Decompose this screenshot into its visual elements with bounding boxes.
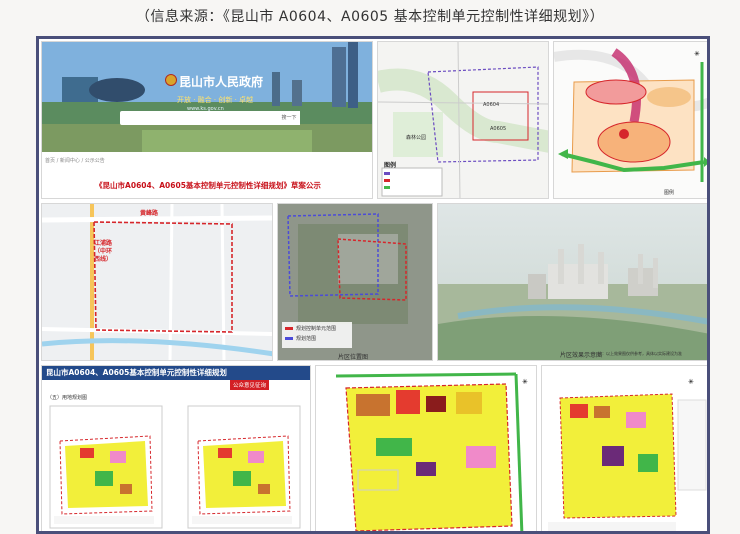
plan-thumbnails [49,405,301,529]
rendering-panel: 片区效果示意图 注：以上效果图仅供参考，具体以实际建设为准 [437,203,707,361]
label-forest-park: 森林公园 [406,135,427,141]
legend-title: 图例 [384,162,397,169]
land-use-right-svg: ✳ [542,366,707,531]
collage-board: 昆山市人民政府 开放 · 融合 · 创新 · 卓越 www.ks.gov.cn … [36,36,710,534]
unit-map-svg [378,42,548,198]
road-label-shangling: 黄峰路 [140,210,159,217]
land-use-plan-right: ✳ [541,365,707,531]
gov-website-panel: 昆山市人民政府 开放 · 融合 · 创新 · 卓越 www.ks.gov.cn … [41,41,373,199]
legend-boundary-label: 规划控制单元范围 [296,326,337,332]
structure-svg: 图例 ✳ [554,42,707,198]
svg-text:✳: ✳ [688,378,694,386]
breadcrumb[interactable]: 首页 / 新闻中心 / 公示公告 [45,157,105,164]
site-title: 昆山市人民政府 [179,75,264,89]
road-label-jiangpu: 江浦路（中环西线） [94,240,113,263]
site-location-caption: 片区位置图 [338,354,369,361]
land-use-svg: ✳ [316,366,536,531]
rendering-note: 注：以上效果图仅供参考，具体以实际建设为准 [598,351,682,356]
aerial-location-map: 规划控制单元范围 规划范围 片区位置图 [277,203,433,361]
svg-text:✳: ✳ [522,378,528,386]
label-a0605: A0605 [490,126,507,132]
road-map-svg [42,204,272,360]
page-caption: （信息来源：《昆山市 A0604、A0605 基本控制单元控制性详细规划》） [135,9,605,25]
road-location-map: 黄峰路 江浦路（中环西线） [41,203,273,361]
rendering-image [438,204,707,360]
svg-text:✳: ✳ [694,50,700,58]
notice-title[interactable]: 《昆山市A0604、A0605基本控制单元控制性详细规划》草案公示 [42,180,372,191]
label-a0604: A0604 [483,102,500,108]
legend-range-label: 规划范围 [296,336,317,342]
search-input[interactable]: 搜一下 [120,111,300,125]
svg-text:图例: 图例 [664,189,674,196]
rendering-caption: 片区效果示意图 [560,352,603,359]
site-slogan: 开放 · 融合 · 创新 · 卓越 [177,96,254,104]
national-emblem-icon [165,74,177,86]
land-use-plan-large: ✳ [315,365,537,531]
structure-diagram: 图例 ✳ [553,41,707,199]
unit-boundary-map: A0604 A0605 森林公园 图例 [377,41,549,199]
land-use-doc: 昆山市A0604、A0605基本控制单元控制性详细规划 公众意见征询 （五）用地… [41,365,311,531]
search-button[interactable]: 搜一下 [278,111,300,125]
